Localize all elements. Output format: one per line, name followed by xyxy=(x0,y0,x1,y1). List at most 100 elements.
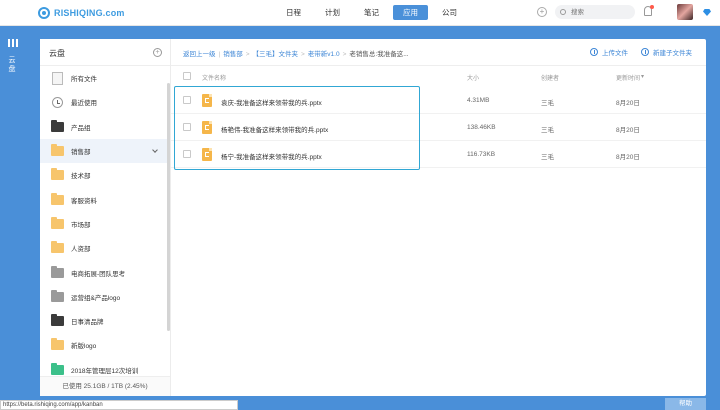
breadcrumb-separator: > xyxy=(342,51,347,58)
add-folder-icon[interactable]: + xyxy=(153,48,162,57)
breadcrumb-item[interactable]: 销售部 xyxy=(223,51,243,58)
table-header: 文件名称 大小 创建者 更新时间 ▾ xyxy=(171,67,706,86)
search-icon xyxy=(560,9,566,15)
breadcrumb-back[interactable]: 返回上一级 xyxy=(183,51,216,58)
sidebar-item-label: 客服资料 xyxy=(71,197,97,205)
sidebar-item-folder[interactable]: 人资部 xyxy=(40,236,167,260)
new-folder-label: 新建子文件夹 xyxy=(653,50,692,57)
breadcrumb: 返回上一级 | 销售部 > 【三毛】文件夹 > 老带新v1.0 > 老销售总:我准备这... xyxy=(183,48,409,58)
breadcrumb-bar: 返回上一级 | 销售部 > 【三毛】文件夹 > 老带新v1.0 > 老销售总:我准备这... 上… xyxy=(171,39,706,66)
sidebar-item-label: 产品组 xyxy=(71,124,91,132)
folder-icon xyxy=(51,241,64,254)
header-creator[interactable]: 创建者 xyxy=(541,73,559,82)
app-sidebar-label[interactable]: 云盘 xyxy=(6,56,18,74)
main-nav: 日程 计划 笔记 应用 公司 xyxy=(276,5,471,20)
notification-dot xyxy=(650,5,654,9)
menu-icon[interactable] xyxy=(8,39,18,47)
folder-icon xyxy=(51,338,64,351)
sidebar-item-label: 2018年管理层12次培训 xyxy=(71,367,139,375)
sidebar-header: 云盘 + xyxy=(40,39,170,66)
breadcrumb-separator: > xyxy=(245,51,250,58)
drive-sidebar: 云盘 + 所有文件 最近使用 产品组 销售部 技术部 客服资料 市场部 人资部 … xyxy=(40,39,171,396)
file-size: 4.31MB xyxy=(467,97,490,104)
header-size[interactable]: 大小 xyxy=(467,73,479,82)
nav-item-company[interactable]: 公司 xyxy=(432,5,467,20)
search-input[interactable] xyxy=(555,5,635,19)
file-creator: 三毛 xyxy=(541,154,554,161)
sidebar-item-label: 电商拓展-团队思考 xyxy=(71,270,126,278)
logo-icon xyxy=(38,7,50,19)
sidebar-item-label: 日事清品牌 xyxy=(71,319,104,327)
file-updated: 8月20日 xyxy=(616,154,640,161)
add-icon xyxy=(641,48,649,56)
folder-icon xyxy=(51,168,64,181)
add-icon[interactable]: + xyxy=(537,7,547,17)
sidebar-item-folder[interactable]: 市场部 xyxy=(40,212,167,236)
nav-item-schedule[interactable]: 日程 xyxy=(276,5,311,20)
file-creator: 三毛 xyxy=(541,100,554,107)
sidebar-item-folder[interactable]: 产品组 xyxy=(40,115,167,139)
sidebar-item-folder[interactable]: 日事清品牌 xyxy=(40,309,167,333)
file-updated: 8月20日 xyxy=(616,100,640,107)
nav-item-notes[interactable]: 笔记 xyxy=(354,5,389,20)
folder-icon xyxy=(51,144,64,157)
sidebar-item-folder-active[interactable]: 销售部 xyxy=(40,138,167,164)
sidebar-item-recent[interactable]: 最近使用 xyxy=(40,90,167,114)
sort-down-icon[interactable]: ▾ xyxy=(641,73,644,80)
help-button[interactable]: 帮助 xyxy=(665,398,706,410)
folder-icon xyxy=(51,314,64,327)
toolbar-actions: 上传文件 新建子文件夹 xyxy=(590,47,692,57)
sidebar-scrollbar[interactable] xyxy=(167,83,170,331)
header-updated[interactable]: 更新时间 xyxy=(616,73,640,82)
folder-icon xyxy=(51,289,64,302)
sidebar-item-folder[interactable]: 运营组&产品logo xyxy=(40,285,167,309)
breadcrumb-item[interactable]: 老带新v1.0 xyxy=(308,51,340,58)
diamond-icon[interactable] xyxy=(703,9,711,16)
sidebar-item-label: 所有文件 xyxy=(71,76,97,84)
breadcrumb-separator: | xyxy=(218,51,221,58)
selection-highlight xyxy=(174,86,420,170)
file-size: 116.73KB xyxy=(467,151,496,158)
upload-button[interactable]: 上传文件 xyxy=(590,47,628,57)
new-folder-button[interactable]: 新建子文件夹 xyxy=(641,47,692,57)
nav-item-apps[interactable]: 应用 xyxy=(393,5,428,20)
file-size: 138.46KB xyxy=(467,124,496,131)
sidebar-title: 云盘 xyxy=(49,49,65,58)
folder-icon xyxy=(51,216,64,229)
sidebar-item-all-files[interactable]: 所有文件 xyxy=(40,66,167,90)
breadcrumb-current: 老销售总:我准备这... xyxy=(349,51,409,58)
status-url: https://beta.rishiqing.com/app/kanban xyxy=(0,400,238,410)
app-sidebar: 云盘 xyxy=(0,26,25,410)
sidebar-item-label: 技术部 xyxy=(71,173,91,181)
file-creator: 三毛 xyxy=(541,127,554,134)
folder-list: 所有文件 最近使用 产品组 销售部 技术部 客服资料 市场部 人资部 电商拓展-… xyxy=(40,66,167,382)
sidebar-item-folder[interactable]: 新版logo xyxy=(40,333,167,357)
nav-item-plan[interactable]: 计划 xyxy=(315,5,350,20)
logo-text: RISHIQING.com xyxy=(54,8,125,18)
folder-icon xyxy=(51,265,64,278)
clock-icon xyxy=(52,96,63,108)
top-navigation: RISHIQING.com 日程 计划 笔记 应用 公司 + xyxy=(0,0,720,26)
avatar[interactable] xyxy=(677,4,693,20)
select-all-checkbox[interactable] xyxy=(183,72,191,80)
sidebar-item-label: 新版logo xyxy=(71,343,97,351)
file-browser: 返回上一级 | 销售部 > 【三毛】文件夹 > 老带新v1.0 > 老销售总:我准备这... 上… xyxy=(171,39,706,396)
sidebar-item-label: 销售部 xyxy=(71,149,91,157)
sidebar-item-label: 运营组&产品logo xyxy=(71,294,121,302)
file-updated: 8月20日 xyxy=(616,127,640,134)
upload-label: 上传文件 xyxy=(602,50,628,57)
sidebar-item-folder[interactable]: 技术部 xyxy=(40,163,167,187)
upload-icon xyxy=(590,48,598,56)
sidebar-item-label: 人资部 xyxy=(71,246,91,254)
sidebar-item-folder[interactable]: 电商拓展-团队思考 xyxy=(40,260,167,284)
chevron-down-icon[interactable] xyxy=(152,147,158,153)
breadcrumb-item[interactable]: 【三毛】文件夹 xyxy=(253,51,299,58)
sidebar-item-folder[interactable]: 客服资料 xyxy=(40,187,167,211)
folder-icon xyxy=(51,192,64,205)
logo[interactable]: RISHIQING.com xyxy=(38,6,125,20)
folder-icon xyxy=(51,362,64,375)
sidebar-item-label: 最近使用 xyxy=(71,100,97,108)
header-name[interactable]: 文件名称 xyxy=(202,73,226,82)
storage-usage: 已使用 25.1GB / 1TB (2.45%) xyxy=(40,376,170,396)
file-icon xyxy=(52,71,63,85)
